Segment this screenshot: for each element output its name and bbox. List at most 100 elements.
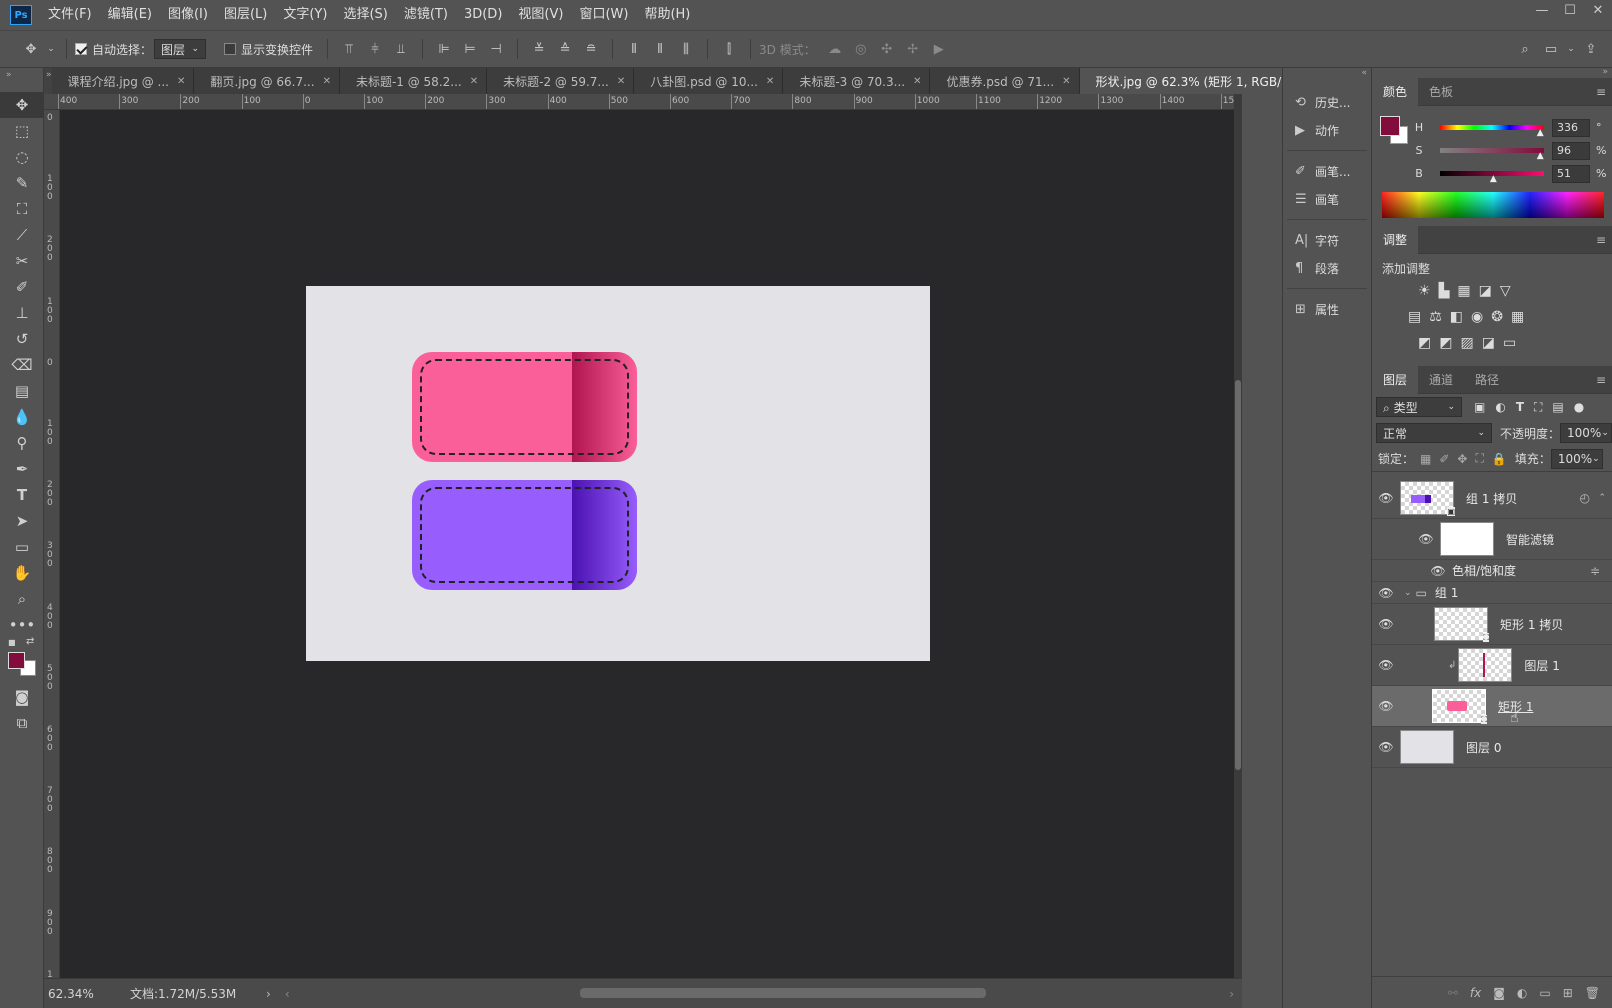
workspace-icon[interactable]: ▭ (1540, 38, 1562, 60)
scroll-left-icon[interactable]: ‹ (285, 987, 290, 1001)
chevron-down-icon[interactable]: ⌄ (1404, 588, 1412, 598)
menu-3d[interactable]: 3D(D) (456, 0, 510, 30)
menu-layer[interactable]: 图层(L) (216, 0, 275, 30)
add-mask-icon[interactable]: ◙ (1493, 986, 1505, 1000)
distribute-left-icon[interactable]: ⦀ (623, 38, 645, 60)
maximize-icon[interactable]: ☐ (1556, 0, 1584, 24)
hue-value[interactable]: 336 (1552, 118, 1590, 137)
expand-icon[interactable]: « (1283, 68, 1371, 84)
eyedropper-tool-icon[interactable]: ⟋ (0, 222, 44, 248)
more-tools-icon[interactable]: ••• (0, 612, 44, 638)
tab-document[interactable]: 八卦图.psd @ 10... ✕ (634, 68, 784, 94)
align-bottom-icon[interactable]: ⫫ (390, 38, 412, 60)
dodge-tool-icon[interactable]: ⚲ (0, 430, 44, 456)
distribute-top-icon[interactable]: ≚ (528, 38, 550, 60)
quick-mask-icon[interactable]: ◙ (0, 684, 44, 710)
share-icon[interactable]: ⇪ (1580, 38, 1602, 60)
eye-icon[interactable]: 👁 (1372, 658, 1400, 672)
vibrance-icon[interactable]: ▽ (1500, 283, 1511, 299)
move-tool-icon[interactable]: ✥ (20, 38, 42, 60)
new-adjustment-icon[interactable]: ◐ (1517, 986, 1527, 1000)
tab-document[interactable]: 未标题-3 @ 70.3... ✕ (783, 68, 931, 94)
tab-paths[interactable]: 路径 (1464, 366, 1510, 394)
menu-view[interactable]: 视图(V) (510, 0, 571, 30)
lock-transparent-icon[interactable]: ▦ (1420, 452, 1431, 466)
dock-history[interactable]: ⟲ 历史... (1283, 88, 1371, 116)
align-hcenter-icon[interactable]: ⊨ (459, 38, 481, 60)
3d-orbit-icon[interactable]: ☁ (824, 38, 846, 60)
menu-edit[interactable]: 编辑(E) (100, 0, 160, 30)
layer-row-group[interactable]: 👁 ⌄ ▭ 组 1 (1372, 582, 1612, 604)
lock-artboard-icon[interactable]: ⛶ (1475, 451, 1483, 466)
marquee-tool-icon[interactable]: ⬚ (0, 118, 44, 144)
layer-filter-dropdown[interactable]: ⌕ 类型 ⌄ (1376, 397, 1462, 417)
healing-tool-icon[interactable]: ✂ (0, 248, 44, 274)
color-lookup-icon[interactable]: ▦ (1511, 309, 1524, 325)
layer-name[interactable]: 组 1 (1435, 584, 1458, 601)
fill-field[interactable]: 100% ⌄ (1550, 448, 1603, 469)
filter-toggle-icon[interactable]: ● (1574, 400, 1584, 414)
layer-row-smart-filter[interactable]: 👁 智能滤镜 (1372, 519, 1612, 560)
brightness-contrast-icon[interactable]: ☀ (1418, 283, 1431, 299)
type-tool-icon[interactable]: T (0, 482, 44, 508)
chevron-right-icon[interactable]: › (266, 987, 271, 1001)
auto-select-checkbox[interactable] (75, 43, 87, 55)
scroll-right-icon[interactable]: › (1229, 987, 1234, 1001)
color-swatches[interactable] (0, 650, 43, 684)
brightness-value[interactable]: 51 (1552, 164, 1590, 183)
3d-roll-icon[interactable]: ◎ (850, 38, 872, 60)
threshold-icon[interactable]: ▨ (1460, 335, 1473, 351)
layer-row[interactable]: 👁 ▣ 组 1 拷贝 ◴ ⌃ (1372, 478, 1612, 519)
channel-mixer-icon[interactable]: ❂ (1491, 309, 1503, 325)
distribute-vcenter-icon[interactable]: ≙ (554, 38, 576, 60)
slider-handle-icon[interactable]: ▲ (1537, 151, 1544, 161)
layer-name[interactable]: 组 1 拷贝 (1466, 490, 1517, 507)
gradient-tool-icon[interactable]: ▤ (0, 378, 44, 404)
show-transform-checkbox[interactable] (224, 43, 237, 55)
lock-pixels-icon[interactable]: ✐ (1439, 452, 1449, 466)
collapse-icon[interactable]: » (0, 68, 43, 92)
layer-row[interactable]: 👁 ↲ 图层 1 (1372, 645, 1612, 686)
color-balance-icon[interactable]: ⚖ (1429, 309, 1442, 325)
chevron-down-icon[interactable]: ⌄ (46, 38, 56, 60)
curves-icon[interactable]: ▦ (1457, 283, 1470, 299)
posterize-icon[interactable]: ◩ (1439, 335, 1452, 351)
filter-smart-icon[interactable]: ▤ (1552, 400, 1563, 414)
layer-row-filter[interactable]: 👁 色相/饱和度 ≑ (1372, 560, 1612, 582)
close-icon[interactable]: ✕ (913, 76, 921, 87)
link-layers-icon[interactable]: ⚯ (1448, 986, 1458, 1000)
photo-filter-icon[interactable]: ◉ (1471, 309, 1483, 325)
eye-icon[interactable]: 👁 (1372, 740, 1400, 754)
saturation-slider[interactable]: ▲ (1440, 148, 1544, 161)
dock-properties[interactable]: ⊞ 属性 (1283, 295, 1371, 323)
crop-tool-icon[interactable]: ⛶ (0, 196, 44, 222)
opacity-field[interactable]: 100% ⌄ (1560, 423, 1612, 443)
stamp-tool-icon[interactable]: ⊥ (0, 300, 44, 326)
move-tool-icon[interactable]: ✥ (0, 92, 44, 118)
menu-help[interactable]: 帮助(H) (636, 0, 698, 30)
tab-document[interactable]: 翻页.jpg @ 66.7... ✕ (194, 68, 340, 94)
slider-handle-icon[interactable]: ▲ (1490, 174, 1497, 184)
zoom-level[interactable]: 62.34% (48, 987, 120, 1001)
dock-brush[interactable]: ✐ 画笔... (1283, 157, 1371, 185)
3d-scale-icon[interactable]: ▶ (928, 38, 950, 60)
close-icon[interactable]: ✕ (177, 76, 185, 87)
eraser-tool-icon[interactable]: ⌫ (0, 352, 44, 378)
3d-pan-icon[interactable]: ✣ (876, 38, 898, 60)
smart-filter-icon[interactable]: ◴ (1580, 491, 1590, 505)
eye-icon[interactable]: 👁 (1428, 564, 1448, 578)
dock-paragraph[interactable]: ¶ 段落 (1283, 254, 1371, 282)
filter-pixel-icon[interactable]: ▣ (1474, 400, 1485, 414)
brush-tool-icon[interactable]: ✐ (0, 274, 44, 300)
coupon-purple[interactable] (412, 480, 637, 590)
align-left-icon[interactable]: ⊫ (433, 38, 455, 60)
menu-image[interactable]: 图像(I) (160, 0, 216, 30)
document-canvas[interactable] (306, 286, 930, 661)
quick-select-tool-icon[interactable]: ✎ (0, 170, 44, 196)
eye-icon[interactable]: 👁 (1372, 617, 1400, 631)
tab-swatches[interactable]: 色板 (1418, 78, 1464, 106)
lasso-tool-icon[interactable]: ◌ (0, 144, 44, 170)
close-icon[interactable]: ✕ (1584, 0, 1612, 24)
hue-saturation-icon[interactable]: ▤ (1408, 309, 1421, 325)
layer-row-selected[interactable]: 👁 ⛶ 矩形 1 ☝ (1372, 686, 1612, 727)
